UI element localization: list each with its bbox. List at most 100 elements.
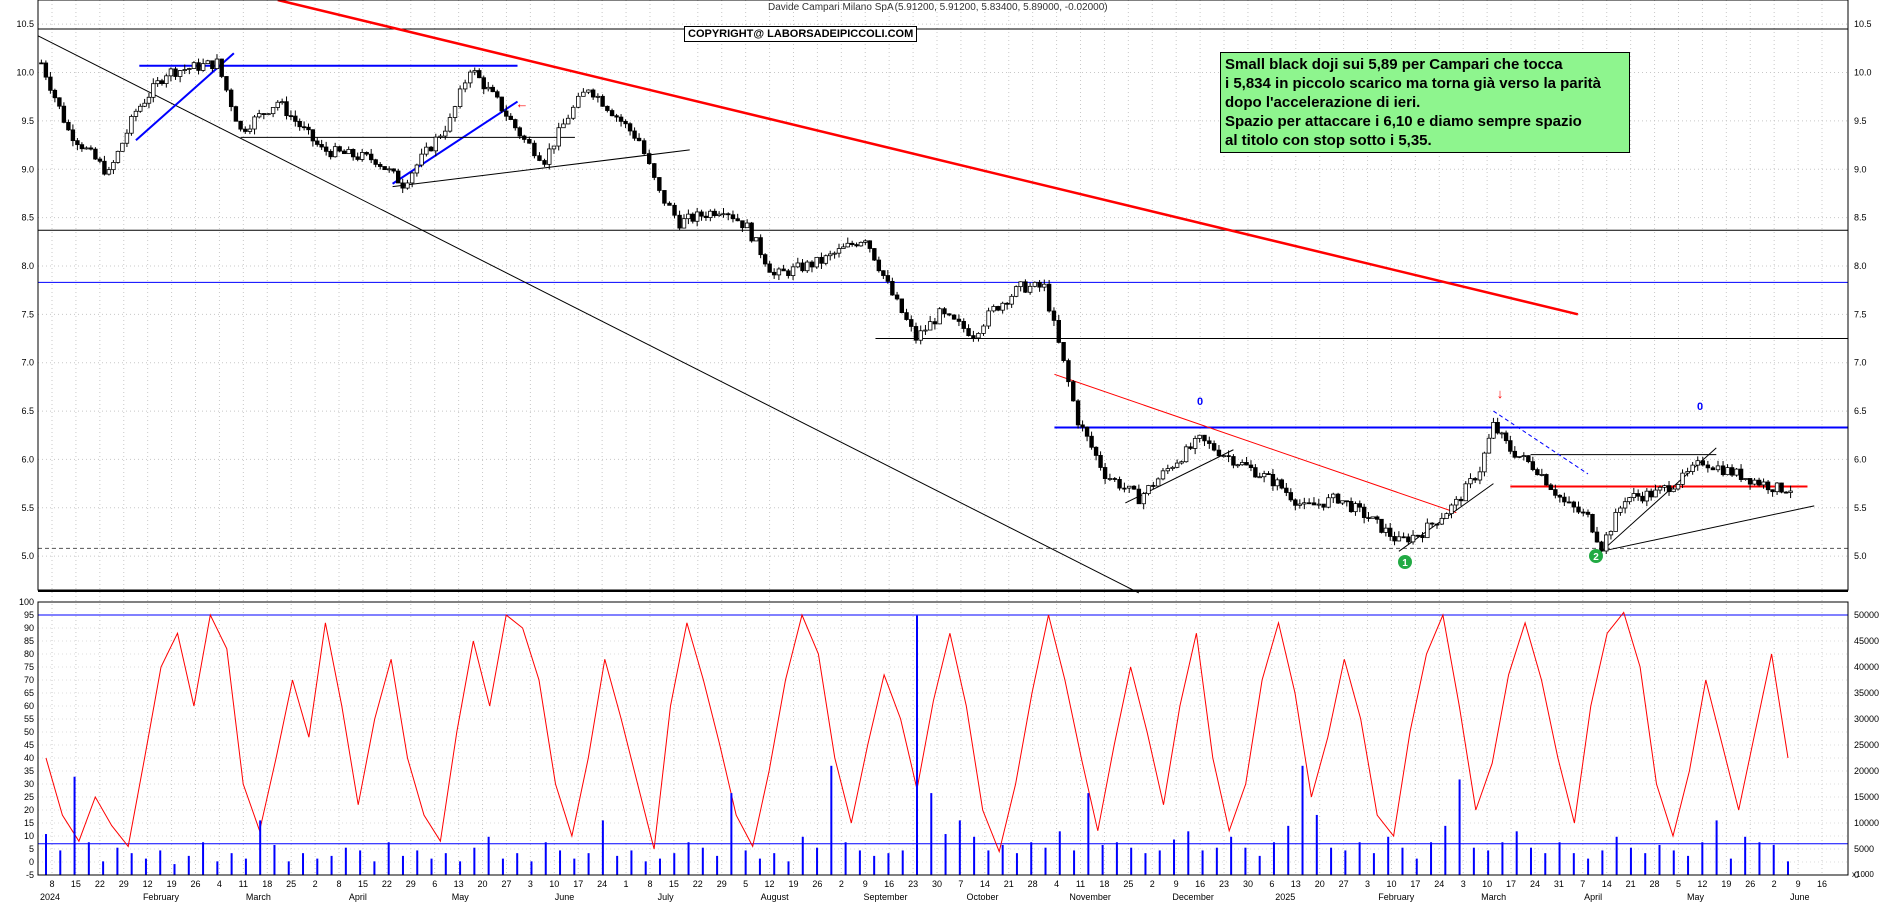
candle-body	[1613, 512, 1618, 532]
candle-body	[39, 62, 44, 65]
candle-body	[1202, 434, 1207, 442]
price-y-tick-left: 10.5	[16, 19, 34, 29]
candle-body	[1420, 535, 1425, 539]
candle-body	[1710, 467, 1716, 471]
volume-bar	[1301, 765, 1304, 875]
trend-line	[1054, 373, 1457, 514]
x-tick-day: 13	[1291, 879, 1301, 889]
candle-body	[124, 132, 130, 144]
candle-body	[1316, 503, 1321, 506]
x-tick-month: July	[658, 892, 675, 902]
volume-bar	[1758, 842, 1761, 875]
candle-body	[310, 129, 316, 142]
volume-bar	[130, 853, 133, 875]
volume-y-tick: 35000	[1854, 688, 1879, 698]
candle-body	[1729, 467, 1735, 476]
x-tick-month: December	[1172, 892, 1214, 902]
candle-body	[513, 119, 518, 129]
candle-body	[686, 213, 691, 220]
candle-body	[341, 150, 347, 155]
candle-body	[1216, 449, 1222, 457]
candle-body	[1302, 502, 1307, 505]
candle-body	[662, 190, 667, 204]
volume-bar	[501, 858, 504, 875]
volume-bar	[1230, 836, 1233, 875]
candle-body	[1122, 487, 1127, 490]
volume-bar	[1158, 850, 1161, 875]
candle-body	[1235, 464, 1241, 467]
osc-y-tick: 35	[24, 766, 34, 776]
candle-body	[581, 91, 586, 97]
volume-bar	[930, 793, 933, 875]
candle-body	[1635, 493, 1641, 497]
candle-body	[414, 164, 420, 174]
candle-body	[1444, 513, 1449, 519]
candle-body	[1226, 455, 1231, 458]
x-tick-day: 28	[1028, 879, 1038, 889]
candle-body	[252, 116, 257, 130]
x-tick-day: 25	[286, 879, 296, 889]
candle-body	[346, 149, 351, 155]
candle-body	[1340, 500, 1345, 504]
candle-body	[1344, 500, 1349, 503]
x-tick-day: 24	[1530, 879, 1540, 889]
candle-body	[373, 159, 378, 165]
volume-bar	[644, 861, 647, 875]
volume-bar	[1615, 836, 1618, 875]
candle-body	[1170, 466, 1175, 469]
candle-body	[472, 70, 477, 73]
candle-body	[767, 263, 772, 273]
candle-body	[1331, 493, 1336, 499]
candle-body	[1585, 511, 1591, 515]
candle-body	[1566, 501, 1572, 504]
volume-bar	[359, 850, 362, 875]
candle-body	[275, 101, 280, 108]
candle-body	[942, 308, 947, 315]
x-tick-day: 16	[884, 879, 894, 889]
candle-body	[1231, 456, 1236, 466]
candle-body	[247, 128, 253, 132]
osc-y-tick: 25	[24, 792, 34, 802]
price-y-tick-left: 10.0	[16, 68, 34, 78]
arrow-marker: ←	[516, 96, 529, 111]
candle-body	[1288, 492, 1294, 501]
candle-body	[1261, 473, 1267, 478]
candle-body	[542, 160, 547, 165]
circle-marker-label: 2	[1593, 552, 1599, 563]
candle-body	[703, 215, 709, 218]
candle-body	[517, 127, 522, 137]
candle-body	[1715, 465, 1721, 471]
candle-body	[1705, 464, 1711, 469]
candle-body	[537, 155, 542, 161]
candle-body	[200, 63, 206, 71]
candle-body	[88, 147, 94, 150]
volume-y-tick: 20000	[1854, 766, 1879, 776]
volume-bar	[1215, 847, 1218, 875]
x-tick-day: 15	[71, 879, 81, 889]
x-tick-month: June	[555, 892, 575, 902]
osc-y-tick: 100	[19, 597, 34, 607]
volume-bar	[287, 861, 290, 875]
candle-body	[1662, 485, 1667, 488]
candle-body	[1155, 478, 1161, 487]
candle-body	[462, 82, 468, 90]
candle-body	[70, 129, 76, 142]
candle-body	[890, 280, 895, 296]
volume-bar	[430, 858, 433, 875]
candle-body	[632, 130, 637, 139]
osc-y-tick: 40	[24, 753, 34, 763]
candle-body	[576, 95, 581, 108]
candle-body	[1472, 478, 1478, 481]
candle-body	[1548, 484, 1554, 491]
candle-body	[102, 160, 107, 175]
volume-bar	[544, 842, 547, 875]
x-tick-day: 29	[406, 879, 416, 889]
candle-body	[1117, 479, 1122, 489]
volume-bar	[716, 855, 719, 875]
candle-body	[918, 330, 923, 341]
volume-bar	[1344, 850, 1347, 875]
volume-bar	[1144, 853, 1147, 875]
volume-bar	[1101, 844, 1104, 875]
volume-bar	[87, 842, 90, 875]
candle-body	[400, 182, 405, 189]
